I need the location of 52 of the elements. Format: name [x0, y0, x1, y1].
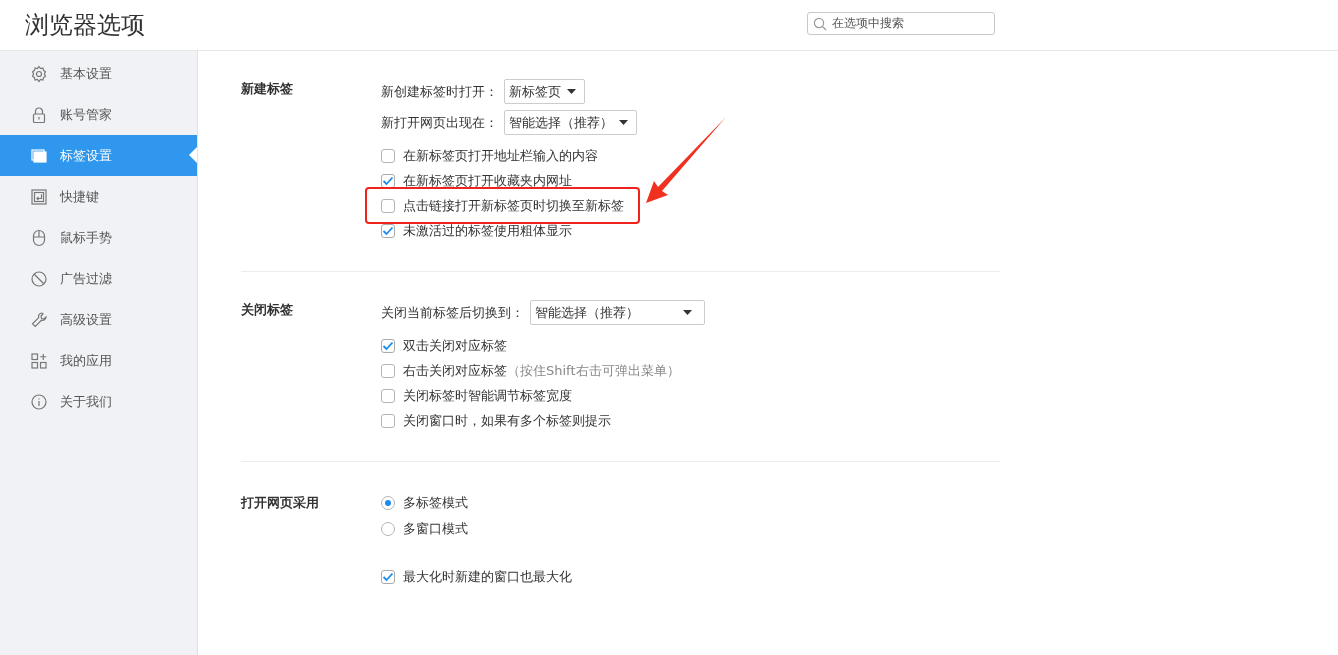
checkbox[interactable]: [381, 173, 395, 188]
checkbox-label: 关闭标签时智能调节标签宽度: [403, 386, 572, 405]
hint-text: （按住Shift右击可弹出菜单）: [507, 361, 680, 380]
pointer-icon: [189, 147, 197, 163]
setting-label: 新创建标签时打开：: [381, 82, 498, 101]
radio-label: 多窗口模式: [403, 520, 468, 538]
checkbox-label: 关闭窗口时，如果有多个标签则提示: [403, 411, 611, 430]
sidebar-item[interactable]: 广告过滤: [0, 258, 197, 299]
prohibited-icon: [30, 269, 48, 288]
checkbox-label: 最大化时新建的窗口也最大化: [403, 567, 572, 586]
checkbox[interactable]: [381, 198, 395, 213]
sidebar-item[interactable]: 基本设置: [0, 53, 197, 94]
checkbox[interactable]: [381, 148, 395, 163]
wrench-icon: [30, 310, 48, 329]
lock-icon: [30, 105, 48, 124]
tab-icon: [30, 146, 48, 165]
sidebar-item[interactable]: 快捷键: [0, 176, 197, 217]
gear-icon: [30, 64, 48, 83]
checkbox[interactable]: [381, 338, 395, 353]
sidebar-item[interactable]: 账号管家: [0, 94, 197, 135]
caret-icon: [683, 310, 692, 315]
dropdown[interactable]: 新标签页: [504, 79, 585, 104]
checkbox-label: 在新标签页打开收藏夹内网址: [403, 171, 572, 190]
checkbox[interactable]: [381, 569, 395, 584]
checkbox[interactable]: [381, 388, 395, 403]
search-field[interactable]: 在选项中搜索: [807, 11, 995, 35]
keyboard-key-icon: [30, 187, 48, 206]
info-icon: [30, 392, 48, 411]
section-heading: 打开网页采用: [241, 494, 320, 512]
page-title: 浏览器选项: [25, 10, 145, 41]
radio-label: 多标签模式: [403, 494, 468, 512]
sidebar-item[interactable]: 鼠标手势: [0, 217, 197, 258]
checkbox-label: 双击关闭对应标签: [403, 336, 507, 355]
checkbox[interactable]: [381, 363, 395, 378]
sidebar-item[interactable]: 高级设置: [0, 299, 197, 340]
caret-icon: [619, 120, 628, 125]
mouse-icon: [30, 228, 48, 247]
setting-label: 新打开网页出现在：: [381, 113, 498, 132]
setting-label: 关闭当前标签后切换到：: [381, 303, 524, 322]
section-heading: 关闭标签: [241, 301, 294, 319]
caret-icon: [567, 89, 576, 94]
dropdown[interactable]: 智能选择（推荐）: [530, 300, 705, 325]
checkbox[interactable]: [381, 413, 395, 428]
dropdown[interactable]: 智能选择（推荐）: [504, 110, 637, 135]
sidebar-item[interactable]: 我的应用: [0, 340, 197, 381]
grid-icon: [30, 351, 48, 370]
checkbox-label: 在新标签页打开地址栏输入的内容: [403, 146, 598, 165]
sidebar-item[interactable]: 关于我们: [0, 381, 197, 422]
checkbox-label: 右击关闭对应标签: [403, 361, 507, 380]
section-heading: 新建标签: [241, 80, 294, 98]
checkbox-label: 未激活过的标签使用粗体显示: [403, 221, 572, 240]
checkbox-label: 点击链接打开新标签页时切换至新标签: [403, 196, 624, 215]
